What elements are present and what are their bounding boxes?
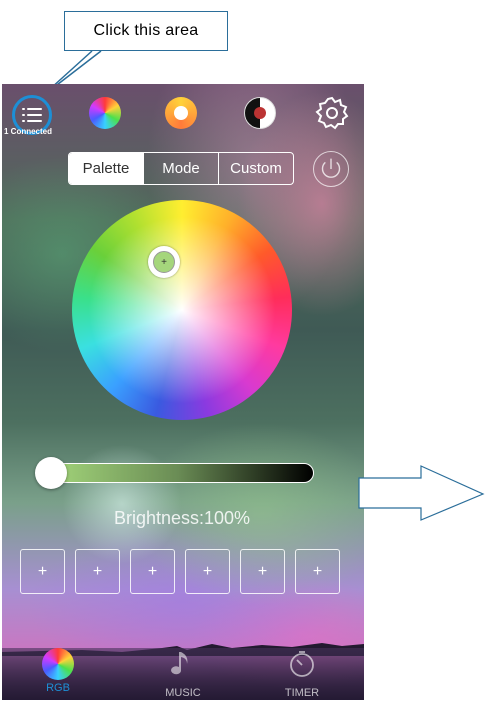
brightness-label: Brightness:100% bbox=[113, 508, 251, 528]
nav-timer-label: TIMER bbox=[284, 687, 320, 699]
music-note-icon bbox=[171, 652, 188, 675]
brightness-slider-knob[interactable] bbox=[35, 457, 67, 489]
app-screen: 1 Connected Palette Mode Custom + Bright… bbox=[2, 84, 364, 700]
add-preset-button[interactable]: + bbox=[295, 549, 340, 594]
nav-rgb[interactable]: RGB bbox=[28, 648, 88, 694]
add-preset-button[interactable]: + bbox=[185, 549, 230, 594]
add-preset-button[interactable]: + bbox=[240, 549, 285, 594]
instruction-callout: Click this area bbox=[64, 11, 228, 51]
timer-icon bbox=[290, 651, 314, 677]
menu-icon bbox=[22, 108, 42, 122]
mode-tabs: Palette Mode Custom bbox=[68, 152, 294, 185]
tab-mode[interactable]: Mode bbox=[143, 153, 218, 184]
black-white-icon[interactable] bbox=[244, 97, 276, 129]
crosshair-icon: + bbox=[153, 251, 175, 273]
connection-status: 1 Connected bbox=[4, 127, 53, 136]
add-preset-button[interactable]: + bbox=[130, 549, 175, 594]
ring-color-icon[interactable] bbox=[165, 97, 197, 129]
settings-gear-icon[interactable] bbox=[314, 95, 350, 131]
nav-music[interactable]: MUSIC bbox=[153, 648, 213, 699]
nav-timer[interactable]: TIMER bbox=[272, 648, 332, 699]
aurora-glow bbox=[62, 444, 182, 564]
tab-palette[interactable]: Palette bbox=[69, 153, 143, 184]
add-preset-button[interactable]: + bbox=[20, 549, 65, 594]
color-wheel[interactable] bbox=[72, 200, 292, 420]
tab-custom[interactable]: Custom bbox=[218, 153, 293, 184]
next-step-arrow-icon bbox=[358, 465, 485, 521]
brightness-slider[interactable] bbox=[42, 463, 314, 483]
power-icon[interactable] bbox=[313, 151, 349, 187]
nav-rgb-label: RGB bbox=[46, 682, 70, 694]
add-preset-button[interactable]: + bbox=[75, 549, 120, 594]
nav-music-label: MUSIC bbox=[165, 687, 201, 699]
rgb-nav-icon bbox=[42, 648, 74, 680]
callout-text: Click this area bbox=[93, 22, 199, 39]
color-picker-handle[interactable]: + bbox=[148, 246, 180, 278]
preset-slots: + + + + + + bbox=[20, 549, 340, 594]
rgb-color-icon[interactable] bbox=[89, 97, 121, 129]
